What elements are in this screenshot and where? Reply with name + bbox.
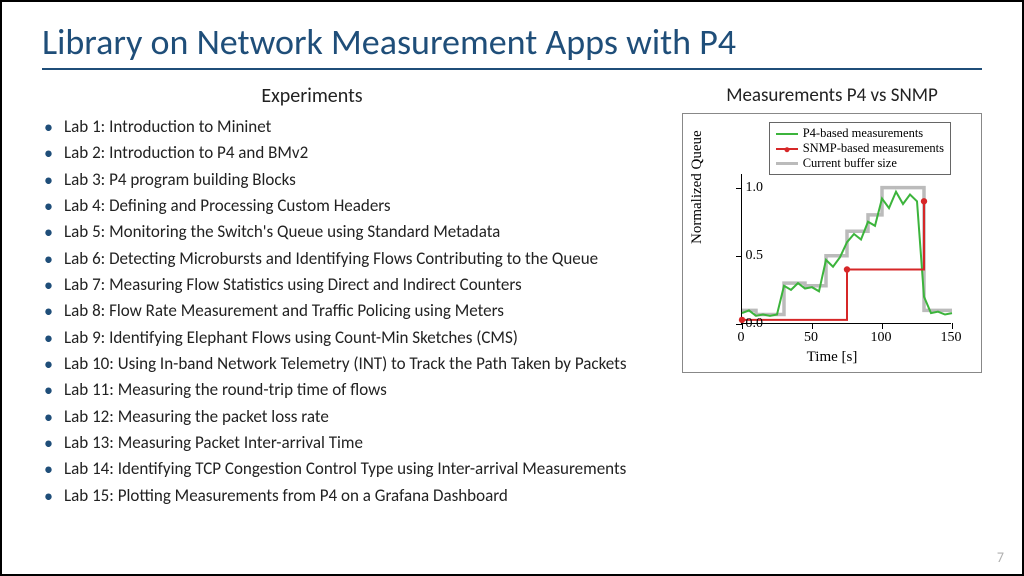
x-tick-label: 50 [804,330,818,346]
x-tick-label: 150 [941,330,962,346]
list-item: Lab 14: Identifying TCP Congestion Contr… [42,456,662,482]
list-item: Lab 8: Flow Rate Measurement and Traffic… [42,298,662,324]
chart-lines [742,174,952,324]
experiments-heading: Experiments [222,84,402,108]
list-item: Lab 4: Defining and Processing Custom He… [42,193,662,219]
legend-label: P4-based measurements [803,126,923,141]
list-item: Lab 6: Detecting Microbursts and Identif… [42,246,662,272]
chart-box: P4-based measurements SNMP-based measure… [682,113,982,373]
x-tick-label: 100 [871,330,892,346]
slide-title: Library on Network Measurement Apps with… [42,20,982,70]
y-tick-label: 0.5 [746,248,764,264]
list-item: Lab 15: Plotting Measurements from P4 on… [42,483,662,509]
list-item: Lab 10: Using In-band Network Telemetry … [42,351,662,377]
plot-area [741,174,951,324]
list-item: Lab 5: Monitoring the Switch's Queue usi… [42,219,662,245]
chart-title: Measurements P4 vs SNMP [682,84,982,107]
slide-body: Experiments Lab 1: Introduction to Minin… [42,84,982,509]
list-item: Lab 2: Introduction to P4 and BMv2 [42,140,662,166]
right-column: Measurements P4 vs SNMP P4-based measure… [682,84,982,509]
y-axis-label: Normalized Queue [689,130,706,244]
legend-entry-p4: P4-based measurements [776,126,944,141]
list-item: Lab 9: Identifying Elephant Flows using … [42,325,662,351]
y-tick-label: 0.0 [746,316,764,332]
y-tick-label: 1.0 [746,180,764,196]
left-column: Experiments Lab 1: Introduction to Minin… [42,84,662,509]
legend-entry-buffer: Current buffer size [776,156,944,171]
x-tick-label: 0 [738,330,745,346]
legend-swatch-red-icon [776,148,798,150]
list-item: Lab 13: Measuring Packet Inter-arrival T… [42,430,662,456]
page-number: 7 [997,549,1004,566]
legend-label: SNMP-based measurements [803,141,944,156]
legend-entry-snmp: SNMP-based measurements [776,141,944,156]
list-item: Lab 1: Introduction to Mininet [42,114,662,140]
legend-swatch-gray-icon [776,162,798,165]
lab-list: Lab 1: Introduction to MininetLab 2: Int… [42,114,662,509]
list-item: Lab 12: Measuring the packet loss rate [42,404,662,430]
legend-label: Current buffer size [803,156,897,171]
legend-swatch-green-icon [776,133,798,135]
list-item: Lab 7: Measuring Flow Statistics using D… [42,272,662,298]
list-item: Lab 3: P4 program building Blocks [42,167,662,193]
chart-legend: P4-based measurements SNMP-based measure… [769,122,951,175]
list-item: Lab 11: Measuring the round-trip time of… [42,377,662,403]
slide: Library on Network Measurement Apps with… [0,0,1024,576]
x-axis-label: Time [s] [683,349,981,366]
